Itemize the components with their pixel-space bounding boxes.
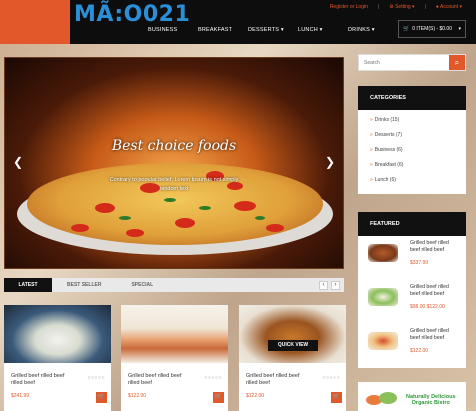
nav-item-drinks[interactable]: DRINKS ▾ [348,27,398,33]
product-name[interactable]: Grilled beef rilled beef rilled beef [11,373,71,387]
featured-panel: FEATURED Grilled beef rilled beef rilled… [358,212,466,368]
add-to-cart-button[interactable]: 🛒 [213,392,224,403]
product-price: $122.00 [246,393,265,399]
site-logo[interactable]: MÃ:O021 [74,2,190,27]
bullet-icon: » [370,162,373,168]
rating-stars: ○○○○○ [204,375,222,381]
account-label: Account [440,4,459,10]
tab-latest[interactable]: LATEST [4,278,52,292]
search-input[interactable] [359,55,450,70]
nav-lunch-label: LUNCH [298,27,318,33]
category-label: Breakfast (6) [374,162,404,168]
slide-title: Best choice foods [111,138,237,154]
search-icon: ⌕ [454,58,460,67]
banner-text: Naturally Delicious Organic Bistro [406,394,456,406]
bullet-icon: » [370,147,373,153]
featured-item[interactable]: Grilled beef rilled beef rilled beef $33… [358,236,466,280]
account-link[interactable]: ● Account ▾ [436,4,462,10]
featured-image[interactable] [368,244,398,262]
chevron-right-icon[interactable]: › [331,280,340,290]
slide-subtitle: Contrary to popular belief, Lorem Ipsum … [5,176,343,194]
top-links: Register or Login | ⚙ Setting ▾ | ● Acco… [330,4,462,10]
logo-block [0,0,70,44]
categories-title: CATEGORIES [358,86,466,110]
divider: | [377,4,380,10]
organic-banner[interactable]: Naturally Delicious Organic Bistro [358,382,466,411]
nav-desserts-label: DESSERTS [248,27,280,33]
bullet-icon: » [370,117,373,123]
setting-link[interactable]: ⚙ Setting ▾ [389,4,414,10]
divider: | [424,4,426,10]
product-name[interactable]: Grilled beef rilled beef rilled beef [128,373,188,387]
featured-item[interactable]: Grilled beef rilled beef rilled beef $98… [358,280,466,324]
product-card[interactable]: QUICK VIEW Grilled beef rilled beef rill… [239,305,346,411]
search-box: ⌕ [358,54,466,71]
add-to-cart-button[interactable]: 🛒 [96,392,107,403]
category-label: Business (6) [374,147,403,153]
featured-price: $337.99 [410,260,429,266]
product-price: $241.99 [11,393,30,399]
bullet-icon: » [370,132,373,138]
rating-stars: ○○○○○ [322,375,340,381]
product-card[interactable]: Grilled beef rilled beef rilled beef ○○○… [4,305,111,411]
register-login-link[interactable]: Register or Login [330,4,368,10]
cart-icon: 🛒 [97,394,106,400]
featured-title: FEATURED [358,212,466,236]
category-label: Desserts (7) [374,132,403,138]
product-image[interactable] [121,305,228,363]
cart-label: 0 ITEM(S) - $0.00 [412,26,452,32]
featured-name[interactable]: Grilled beef rilled beef rilled beef [410,284,460,298]
category-label: Lunch (6) [374,177,396,183]
product-card[interactable]: Grilled beef rilled beef rilled beef ○○○… [121,305,228,411]
nav-item-lunch[interactable]: LUNCH ▾ [298,27,348,33]
category-label: Drinks (15) [374,117,400,123]
category-item-lunch[interactable]: » Lunch (6) [358,173,466,188]
cart-icon: 🛒 [332,394,341,400]
product-name[interactable]: Grilled beef rilled beef rilled beef [246,373,306,387]
cart-icon: 🛒 [403,26,410,32]
tab-arrows: ‹ › [319,280,340,290]
product-image[interactable] [4,305,111,363]
cart-icon: 🛒 [214,394,223,400]
featured-name[interactable]: Grilled beef rilled beef rilled beef [410,240,460,254]
setting-label: Setting [395,4,411,10]
banner-line2: Organic Bistro [411,400,450,406]
categories-panel: CATEGORIES » Drinks (15) » Desserts (7) » B… [358,86,466,194]
chevron-left-icon[interactable]: ‹ [319,280,328,290]
slider-prev-icon[interactable]: ❮ [13,155,23,169]
featured-price: $98.00 $122.00 [410,304,445,310]
cart-button[interactable]: 🛒 0 ITEM(S) - $0.00 ▾ [398,20,466,38]
hero-slider[interactable]: Best choice foods Contrary to popular be… [4,57,344,269]
chevron-down-icon: ▾ [458,26,461,32]
product-price: $122.00 [128,393,147,399]
featured-image[interactable] [368,288,398,306]
tab-bestseller[interactable]: BEST SELLER [52,278,116,292]
tab-special[interactable]: SPECIAL [116,278,168,292]
main-nav: BUSINESS BREAKFAST DESSERTS ▾ LUNCH ▾ DR… [148,27,398,33]
leaf-icon [366,392,397,405]
product-tabs: LATEST BEST SELLER SPECIAL ‹ › [4,278,344,292]
category-item-desserts[interactable]: » Desserts (7) [358,128,466,143]
nav-item-business[interactable]: BUSINESS [148,27,198,33]
category-item-drinks[interactable]: » Drinks (15) [358,113,466,128]
bullet-icon: » [370,177,373,183]
rating-stars: ○○○○○ [87,375,105,381]
featured-name[interactable]: Grilled beef rilled beef rilled beef [410,328,460,342]
category-item-business[interactable]: » Business (6) [358,143,466,158]
nav-drinks-label: DRINKS [348,27,370,33]
slider-next-icon[interactable]: ❯ [325,155,335,169]
featured-image[interactable] [368,332,398,350]
add-to-cart-button[interactable]: 🛒 [331,392,342,403]
slide-subtitle-line2: random text [159,186,189,192]
search-button[interactable]: ⌕ [449,55,465,70]
featured-item[interactable]: Grilled beef rilled beef rilled beef $12… [358,324,466,368]
nav-item-breakfast[interactable]: BREAKFAST [198,27,248,33]
pizza-toppings [71,171,284,237]
nav-item-desserts[interactable]: DESSERTS ▾ [248,27,298,33]
category-item-breakfast[interactable]: » Breakfast (6) [358,158,466,173]
featured-price: $122.00 [410,348,429,354]
quick-view-button[interactable]: QUICK VIEW [268,340,318,351]
slide-subtitle-line1: Contrary to popular belief, Lorem Ipsum … [109,177,239,183]
product-image[interactable] [239,305,346,363]
